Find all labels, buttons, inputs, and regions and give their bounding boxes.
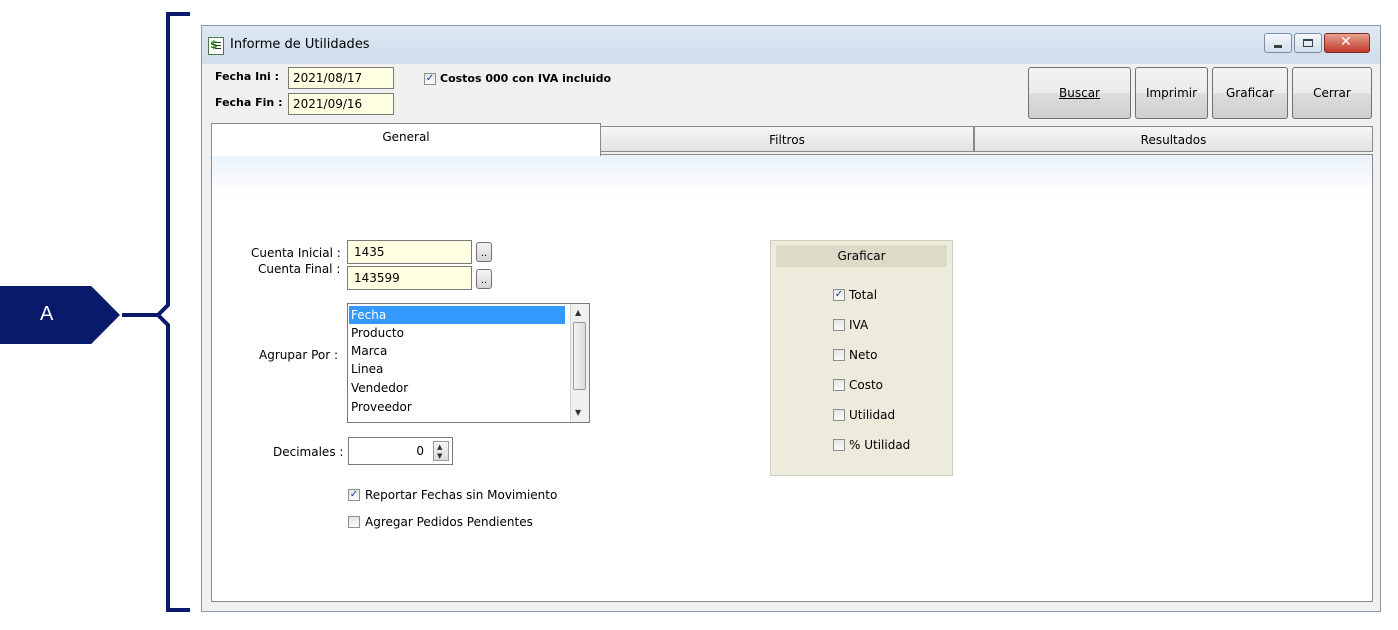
tab-resultados[interactable]: Resultados: [974, 126, 1373, 152]
graficar-costo-checkbox[interactable]: [833, 379, 845, 391]
tab-filtros[interactable]: Filtros: [600, 126, 974, 152]
graficar-pct-utilidad-checkbox[interactable]: [833, 439, 845, 451]
buscar-button[interactable]: Buscar: [1028, 67, 1131, 119]
reportar-fechas-checkbox[interactable]: ✓: [348, 489, 360, 501]
scroll-thumb[interactable]: [573, 322, 586, 390]
buscar-button-label: Buscar: [1059, 86, 1100, 100]
cuenta-final-label: Cuenta Final :: [258, 262, 341, 276]
tab-general[interactable]: General: [211, 123, 601, 156]
decimales-label: Decimales :: [273, 445, 344, 459]
maximize-icon: [1303, 39, 1313, 47]
graficar-neto-label: Neto: [849, 348, 878, 362]
fecha-ini-label: Fecha Ini :: [215, 70, 280, 83]
graficar-group-title: Graficar: [776, 245, 947, 267]
scroll-down-icon[interactable]: ▼: [575, 408, 581, 417]
graficar-iva-checkbox[interactable]: [833, 319, 845, 331]
graficar-neto-checkbox[interactable]: [833, 349, 845, 361]
agrupar-scrollbar[interactable]: ▲ ▼: [570, 304, 589, 422]
graficar-costo-label: Costo: [849, 378, 884, 392]
graficar-utilidad-label: Utilidad: [849, 408, 896, 422]
graficar-iva-label: IVA: [849, 318, 869, 332]
agrupar-por-label: Agrupar Por :: [259, 348, 339, 362]
agregar-pedidos-checkbox[interactable]: [348, 516, 360, 528]
close-icon: ✕: [1340, 34, 1352, 50]
decimales-stepper[interactable]: 0 ▲ ▼: [348, 437, 453, 465]
cuenta-final-browse-button[interactable]: ..: [476, 269, 492, 289]
list-item[interactable]: Vendedor: [349, 379, 565, 397]
graficar-utilidad-checkbox[interactable]: [833, 409, 845, 421]
reportar-fechas-label: Reportar Fechas sin Movimiento: [365, 488, 558, 502]
imprimir-button[interactable]: Imprimir: [1135, 67, 1208, 119]
list-item[interactable]: Fecha: [349, 306, 565, 324]
graficar-total-checkbox[interactable]: ✓: [833, 289, 845, 301]
close-button[interactable]: ✕: [1324, 33, 1370, 53]
graficar-button[interactable]: Graficar: [1212, 67, 1288, 119]
annotation-bracket: [122, 12, 190, 612]
spin-down-icon[interactable]: ▼: [437, 452, 442, 460]
annotation-callout: A: [0, 286, 120, 344]
report-app-icon: $: [208, 37, 224, 55]
title-bar[interactable]: $ Informe de Utilidades ✕: [202, 26, 1380, 64]
agrupar-por-listbox[interactable]: Fecha Producto Marca Linea Vendedor Prov…: [347, 303, 590, 423]
spin-up-icon[interactable]: ▲: [437, 443, 442, 451]
report-window: $ Informe de Utilidades ✕ Fecha Ini : 20…: [201, 25, 1381, 612]
list-item[interactable]: Marca: [349, 342, 565, 360]
graficar-pct-utilidad-label: % Utilidad: [849, 438, 911, 452]
fecha-ini-field[interactable]: 2021/08/17: [288, 67, 394, 89]
cuenta-inicial-browse-button[interactable]: ..: [476, 242, 492, 262]
fecha-fin-field[interactable]: 2021/09/16: [288, 93, 394, 115]
maximize-button[interactable]: [1294, 33, 1322, 53]
window-title: Informe de Utilidades: [230, 37, 370, 52]
fecha-fin-label: Fecha Fin :: [215, 96, 283, 109]
decimales-value: 0: [416, 444, 424, 458]
list-item[interactable]: Producto: [349, 324, 565, 342]
cerrar-button[interactable]: Cerrar: [1292, 67, 1372, 119]
cuenta-final-field[interactable]: 143599: [347, 266, 472, 290]
decimales-spin-buttons[interactable]: ▲ ▼: [433, 441, 449, 461]
list-item[interactable]: Proveedor: [349, 398, 565, 416]
scroll-up-icon[interactable]: ▲: [575, 308, 581, 317]
annotation-label: A: [40, 303, 54, 325]
graficar-total-label: Total: [849, 288, 878, 302]
list-item[interactable]: Linea: [349, 360, 565, 378]
agregar-pedidos-label: Agregar Pedidos Pendientes: [365, 515, 533, 529]
cuenta-inicial-field[interactable]: 1435: [347, 240, 472, 264]
minimize-icon: [1274, 45, 1282, 48]
costos-iva-checkbox[interactable]: ✓: [424, 73, 436, 85]
minimize-button[interactable]: [1264, 33, 1292, 53]
cuenta-inicial-label: Cuenta Inicial :: [251, 246, 341, 260]
graficar-group: Graficar ✓ Total IVA Neto Costo Utilidad…: [770, 240, 953, 476]
costos-iva-label: Costos 000 con IVA incluido: [440, 72, 612, 85]
